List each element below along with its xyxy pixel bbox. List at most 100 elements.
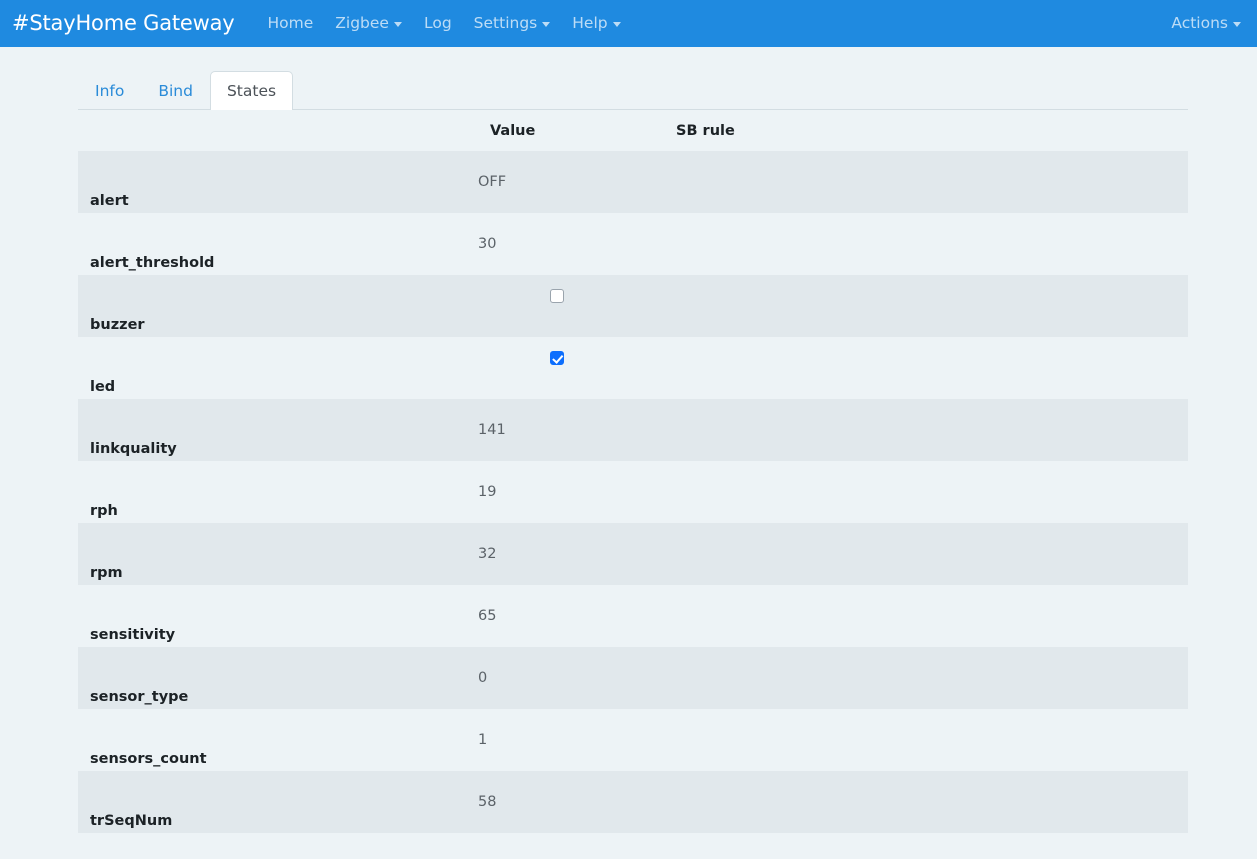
- nav-item-zigbee[interactable]: Zigbee: [324, 13, 413, 32]
- state-value-cell: 30: [478, 213, 664, 275]
- table-row: alert_threshold 30: [78, 213, 1188, 275]
- state-value-cell: [478, 337, 664, 399]
- state-value-text: 58: [478, 794, 497, 810]
- state-name-cell: buzzer: [78, 275, 478, 337]
- state-value-cell: 32: [478, 523, 664, 585]
- top-navbar: #StayHome Gateway Home Zigbee Log Settin…: [0, 0, 1257, 47]
- nav-item-settings-label: Settings: [473, 13, 538, 32]
- state-name-cell: sensor_type: [78, 647, 478, 709]
- state-sb-rule-cell[interactable]: [664, 461, 1188, 523]
- tab-bar: Info Bind States: [78, 47, 1188, 110]
- state-value-cell: 1: [478, 709, 664, 771]
- table-row: sensor_type 0: [78, 647, 1188, 709]
- table-row: alert OFF: [78, 151, 1188, 213]
- states-table-head: Value SB rule: [78, 110, 1188, 151]
- tab-bind[interactable]: Bind: [141, 71, 210, 110]
- state-checkbox-wrapper: [478, 351, 652, 376]
- table-row: linkquality 141: [78, 399, 1188, 461]
- state-sb-rule-cell[interactable]: [664, 337, 1188, 399]
- brand-logo[interactable]: #StayHome Gateway: [12, 13, 235, 34]
- state-name-cell: trSeqNum: [78, 771, 478, 833]
- nav-item-home[interactable]: Home: [257, 13, 325, 32]
- states-table-body: alert OFF alert_threshold 30 buzzer led linkqu…: [78, 151, 1188, 833]
- state-name-cell: sensors_count: [78, 709, 478, 771]
- tab-info[interactable]: Info: [78, 71, 141, 110]
- state-checkbox-wrapper: [478, 289, 652, 314]
- navbar-right: Actions: [1160, 13, 1241, 32]
- state-value-cell: [478, 275, 664, 337]
- state-sb-rule-cell[interactable]: [664, 399, 1188, 461]
- table-row: sensors_count 1: [78, 709, 1188, 771]
- table-row: buzzer: [78, 275, 1188, 337]
- state-name-label: rph: [90, 502, 118, 519]
- nav-item-settings[interactable]: Settings: [463, 13, 562, 32]
- chevron-down-icon: [612, 22, 621, 27]
- tab-states[interactable]: States: [209, 70, 294, 110]
- state-sb-rule-cell[interactable]: [664, 585, 1188, 647]
- state-sb-rule-cell[interactable]: [664, 771, 1188, 833]
- state-value-text: OFF: [478, 174, 507, 190]
- state-toggle-led[interactable]: [550, 351, 564, 365]
- table-row: led: [78, 337, 1188, 399]
- table-row: trSeqNum 58: [78, 771, 1188, 833]
- state-value-text: 19: [478, 484, 497, 500]
- table-header-row: Value SB rule: [78, 110, 1188, 151]
- state-name-label: alert_threshold: [90, 254, 215, 271]
- state-value-text: 0: [478, 670, 488, 686]
- state-value-text: 65: [478, 608, 497, 624]
- nav-item-zigbee-label: Zigbee: [335, 13, 389, 32]
- state-name-label: linkquality: [90, 440, 177, 457]
- state-value-cell: 65: [478, 585, 664, 647]
- page-content: Info Bind States Value SB rule alert OFF a…: [0, 47, 1257, 833]
- chevron-down-icon: [393, 22, 402, 27]
- state-name-cell: sensitivity: [78, 585, 478, 647]
- state-toggle-buzzer[interactable]: [550, 289, 564, 303]
- state-sb-rule-cell[interactable]: [664, 647, 1188, 709]
- state-sb-rule-cell[interactable]: [664, 275, 1188, 337]
- state-sb-rule-cell[interactable]: [664, 213, 1188, 275]
- state-name-cell: rph: [78, 461, 478, 523]
- nav-item-actions-label: Actions: [1171, 13, 1228, 32]
- state-name-cell: linkquality: [78, 399, 478, 461]
- state-name-cell: alert_threshold: [78, 213, 478, 275]
- state-value-cell: 0: [478, 647, 664, 709]
- state-value-text: 141: [478, 422, 506, 438]
- nav-item-log-label: Log: [423, 13, 452, 32]
- chevron-down-icon: [1233, 22, 1241, 27]
- state-name-label: sensitivity: [90, 626, 176, 643]
- state-name-label: sensors_count: [90, 750, 207, 767]
- state-value-cell: 58: [478, 771, 664, 833]
- nav-item-actions[interactable]: Actions: [1160, 13, 1241, 32]
- table-row: rph 19: [78, 461, 1188, 523]
- state-value-text: 30: [478, 236, 497, 252]
- table-row: sensitivity 65: [78, 585, 1188, 647]
- column-header-value: Value: [490, 123, 536, 139]
- navbar-links: Home Zigbee Log Settings Help: [257, 13, 632, 32]
- state-name-label: buzzer: [90, 316, 145, 333]
- state-value-text: 32: [478, 546, 497, 562]
- state-sb-rule-cell[interactable]: [664, 523, 1188, 585]
- state-name-cell: alert: [78, 151, 478, 213]
- state-value-cell: 141: [478, 399, 664, 461]
- nav-item-log[interactable]: Log: [413, 13, 463, 32]
- state-name-label: alert: [90, 192, 129, 209]
- state-name-cell: led: [78, 337, 478, 399]
- column-header-sb-rule: SB rule: [676, 123, 735, 139]
- table-row: rpm 32: [78, 523, 1188, 585]
- state-value-cell: OFF: [478, 151, 664, 213]
- state-sb-rule-cell[interactable]: [664, 709, 1188, 771]
- state-value-text: 1: [478, 732, 488, 748]
- nav-item-home-label: Home: [267, 13, 314, 32]
- nav-item-help-label: Help: [572, 13, 608, 32]
- state-name-label: sensor_type: [90, 688, 189, 705]
- state-name-label: trSeqNum: [90, 812, 173, 829]
- nav-item-help[interactable]: Help: [561, 13, 631, 32]
- state-name-label: rpm: [90, 564, 123, 581]
- state-name-label: led: [90, 378, 116, 395]
- states-table: Value SB rule alert OFF alert_threshold 30 b…: [78, 110, 1188, 833]
- column-header-name: [78, 110, 478, 151]
- state-value-cell: 19: [478, 461, 664, 523]
- state-sb-rule-cell[interactable]: [664, 151, 1188, 213]
- chevron-down-icon: [542, 22, 551, 27]
- state-name-cell: rpm: [78, 523, 478, 585]
